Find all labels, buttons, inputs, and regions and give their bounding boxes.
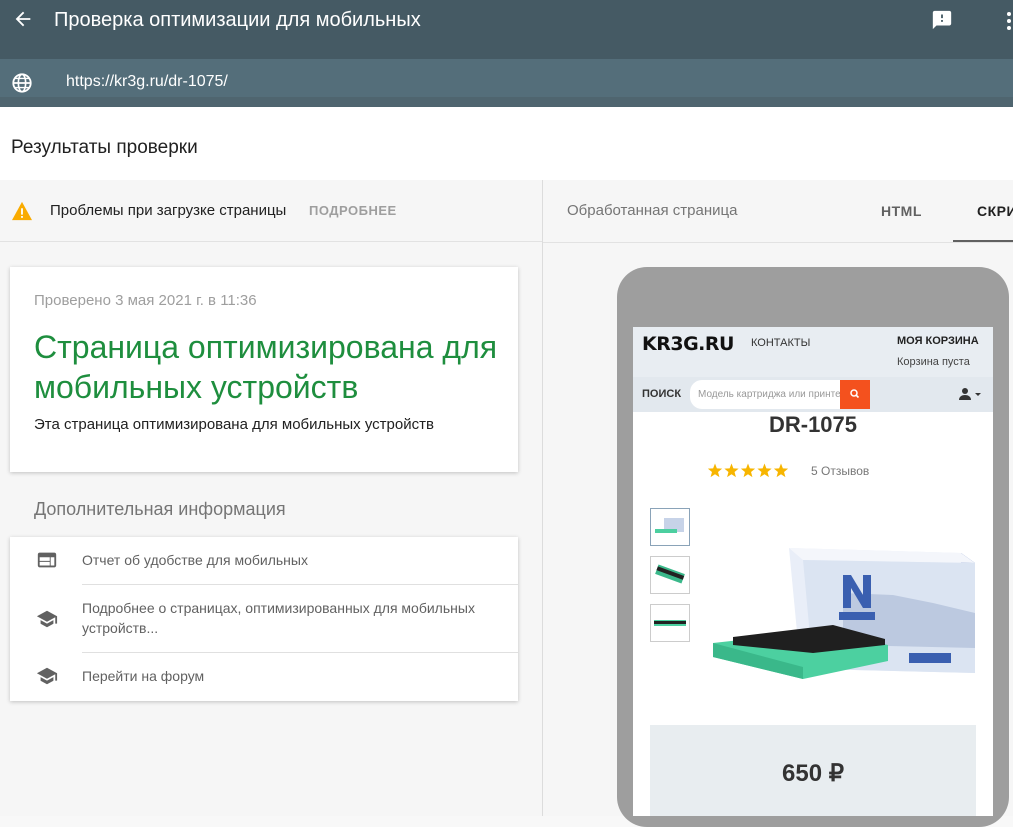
- site-cart-title: МОЯ КОРЗИНА: [897, 335, 979, 347]
- results-title: Результаты проверки: [11, 137, 198, 158]
- site-product-price: 650 ₽: [782, 760, 844, 787]
- feedback-icon[interactable]: [931, 9, 953, 31]
- page-title: Проверка оптимизации для мобильных: [54, 9, 421, 31]
- warning-icon: [12, 201, 32, 221]
- additional-links-card: Отчет об удобстве для мобильных Подробне…: [10, 537, 518, 701]
- price-box: 650 ₽: [650, 725, 976, 816]
- school-icon: [36, 610, 58, 628]
- product-thumbnail: [650, 508, 690, 546]
- back-arrow-icon[interactable]: [12, 8, 34, 30]
- product-thumbnail: [650, 556, 690, 594]
- site-logo: KR3G.RU: [642, 333, 734, 355]
- preview-tabs: Обработанная страница HTML СКРИНШОТ: [543, 180, 1013, 243]
- link-learn-more[interactable]: Подробнее о страницах, оптимизированных …: [10, 585, 518, 653]
- results-header: Результаты проверки: [0, 107, 1013, 180]
- details-link[interactable]: ПОДРОБНЕЕ: [309, 203, 397, 218]
- checked-timestamp: Проверено 3 мая 2021 г. в 11:36: [34, 292, 257, 309]
- verdict-card: Проверено 3 мая 2021 г. в 11:36 Страница…: [10, 267, 518, 472]
- tab-html[interactable]: HTML: [881, 203, 922, 219]
- active-tab-indicator: [953, 240, 1013, 242]
- site-contacts-link: КОНТАКТЫ: [751, 337, 811, 349]
- product-image: [713, 548, 975, 679]
- link-label: Подробнее о страницах, оптимизированных …: [82, 600, 475, 636]
- site-cart-status: Корзина пуста: [897, 356, 970, 368]
- site-search-input: Модель картриджа или принтера: [690, 380, 840, 409]
- link-forum[interactable]: Перейти на форум: [10, 653, 518, 701]
- site-product-title: DR-1075: [768, 412, 858, 437]
- school-icon: [36, 667, 58, 685]
- rendered-page-label: Обработанная страница: [567, 202, 738, 219]
- page-loading-issues-row: Проблемы при загрузке страницы ПОДРОБНЕЕ: [0, 180, 542, 242]
- search-icon: [850, 389, 860, 399]
- tested-url[interactable]: https://kr3g.ru/dr-1075/: [66, 73, 228, 91]
- site-search-button: [840, 380, 870, 409]
- site-header: KR3G.RU КОНТАКТЫ МОЯ КОРЗИНА Корзина пус…: [633, 327, 993, 377]
- link-mobile-usability-report[interactable]: Отчет об удобстве для мобильных: [10, 537, 518, 585]
- star-icon: [740, 463, 756, 478]
- right-panel: Обработанная страница HTML СКРИНШОТ KR3G…: [543, 180, 1013, 827]
- warning-text: Проблемы при загрузке страницы: [50, 202, 287, 219]
- star-icon: [773, 463, 789, 478]
- product-thumbnail: [650, 604, 690, 642]
- user-icon: [959, 388, 981, 400]
- link-label: Отчет об удобстве для мобильных: [82, 552, 308, 568]
- additional-info-heading: Дополнительная информация: [34, 499, 286, 519]
- link-label: Перейти на форум: [82, 668, 205, 684]
- star-icon: [724, 463, 739, 478]
- page-screenshot: KR3G.RU КОНТАКТЫ МОЯ КОРЗИНА Корзина пус…: [633, 327, 993, 816]
- verdict-heading: Страница оптимизирована для мобильных ус…: [34, 329, 498, 405]
- star-icon: [707, 463, 723, 478]
- tab-screenshot[interactable]: СКРИНШОТ: [977, 203, 1013, 219]
- more-vert-icon[interactable]: [1003, 10, 1013, 32]
- left-panel: Проблемы при загрузке страницы ПОДРОБНЕЕ…: [0, 180, 542, 816]
- globe-icon: [12, 73, 32, 93]
- star-icon: [757, 463, 772, 478]
- site-reviews-count: 5 Отзывов: [811, 464, 870, 478]
- verdict-description: Эта страница оптимизирована для мобильны…: [34, 416, 434, 433]
- rating-stars: [707, 463, 789, 478]
- web-icon: [37, 552, 57, 568]
- url-bar: https://kr3g.ru/dr-1075/: [0, 59, 1013, 107]
- urlbar-shadow: [0, 97, 1013, 107]
- site-search-bar: ПОИСК Модель картриджа или принтера: [633, 377, 993, 412]
- app-bar: Проверка оптимизации для мобильных: [0, 0, 1013, 59]
- site-search-label: ПОИСК: [642, 388, 682, 400]
